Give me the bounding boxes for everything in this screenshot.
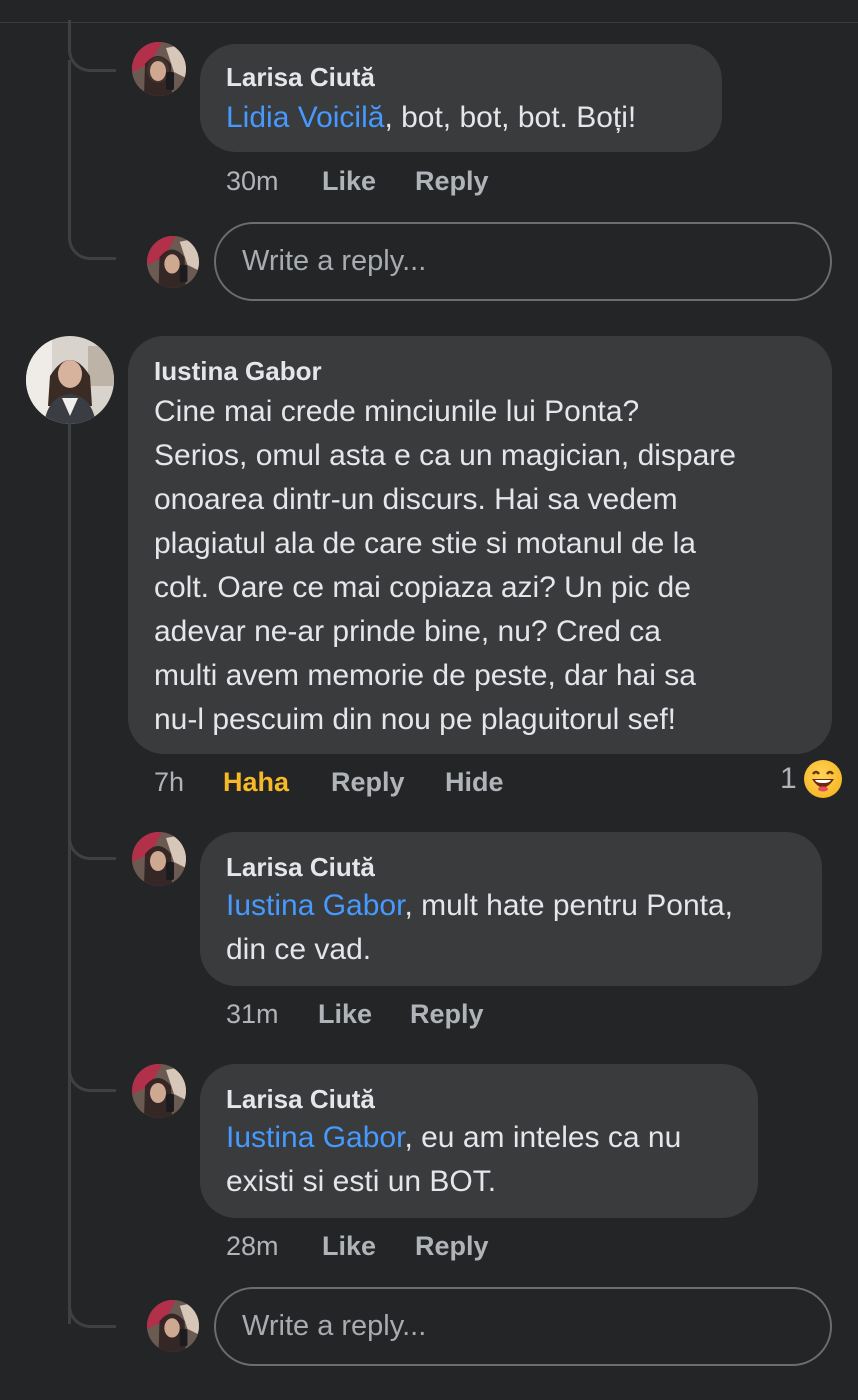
comment-bubble: Larisa Ciută Iustina Gabor, eu am intele… [200, 1064, 758, 1218]
mention-link[interactable]: Iustina Gabor [226, 1121, 404, 1154]
reaction-count[interactable]: 1 [780, 762, 797, 796]
mention-link[interactable]: Lidia Voicilă [226, 101, 384, 134]
comment-bubble: Larisa Ciută Lidia Voicilă, bot, bot, bo… [200, 44, 722, 152]
reply-button[interactable]: Reply [415, 166, 489, 197]
comment-author[interactable]: Larisa Ciută [226, 62, 375, 93]
reply-button[interactable]: Reply [415, 1231, 489, 1262]
laughing-emoji-icon[interactable] [804, 760, 842, 798]
comment-time[interactable]: 28m [226, 1231, 279, 1262]
comment-text: Lidia Voicilă, bot, bot, bot. Boți! [226, 101, 637, 134]
mention-link[interactable]: Iustina Gabor [226, 889, 404, 922]
comment-author[interactable]: Larisa Ciută [226, 1084, 375, 1115]
comment-author[interactable]: Larisa Ciută [226, 852, 375, 883]
avatar-photo-icon [26, 336, 114, 424]
avatar-photo-icon [132, 42, 186, 96]
reply-button[interactable]: Reply [410, 999, 484, 1030]
avatar-photo-icon [132, 832, 186, 886]
like-button[interactable]: Like [318, 999, 372, 1030]
current-user-avatar [147, 236, 199, 288]
thread-line [68, 424, 71, 1324]
reply-button[interactable]: Reply [331, 767, 405, 798]
thread-line [68, 1030, 116, 1092]
hide-button[interactable]: Hide [445, 767, 504, 798]
avatar[interactable] [132, 832, 186, 886]
current-user-avatar [147, 1300, 199, 1352]
comment-bubble: Iustina Gabor Cine mai crede minciunile … [128, 336, 832, 754]
avatar[interactable] [26, 336, 114, 424]
comment-time[interactable]: 31m [226, 999, 279, 1030]
avatar-photo-icon [147, 236, 199, 288]
avatar-photo-icon [147, 1300, 199, 1352]
like-button[interactable]: Like [322, 1231, 376, 1262]
thread-line [68, 60, 116, 260]
comment-time[interactable]: 7h [154, 767, 184, 798]
avatar-photo-icon [132, 1064, 186, 1118]
thread-line [68, 1262, 116, 1328]
comment-time[interactable]: 30m [226, 166, 279, 197]
comment-bubble: Larisa Ciută Iustina Gabor, mult hate pe… [200, 832, 822, 986]
comment-author[interactable]: Iustina Gabor [154, 356, 322, 387]
comment-text: Cine mai crede minciunile lui Ponta? Ser… [154, 395, 736, 736]
top-divider [0, 22, 858, 23]
comment-text: Iustina Gabor, mult hate pentru Ponta, d… [226, 889, 733, 966]
reply-input[interactable] [214, 1287, 832, 1366]
haha-reaction-button[interactable]: Haha [223, 767, 289, 798]
thread-line [68, 800, 116, 860]
avatar[interactable] [132, 1064, 186, 1118]
comment-text: Iustina Gabor, eu am inteles ca nu exist… [226, 1121, 682, 1198]
reply-input[interactable] [214, 222, 832, 301]
avatar[interactable] [132, 42, 186, 96]
like-button[interactable]: Like [322, 166, 376, 197]
